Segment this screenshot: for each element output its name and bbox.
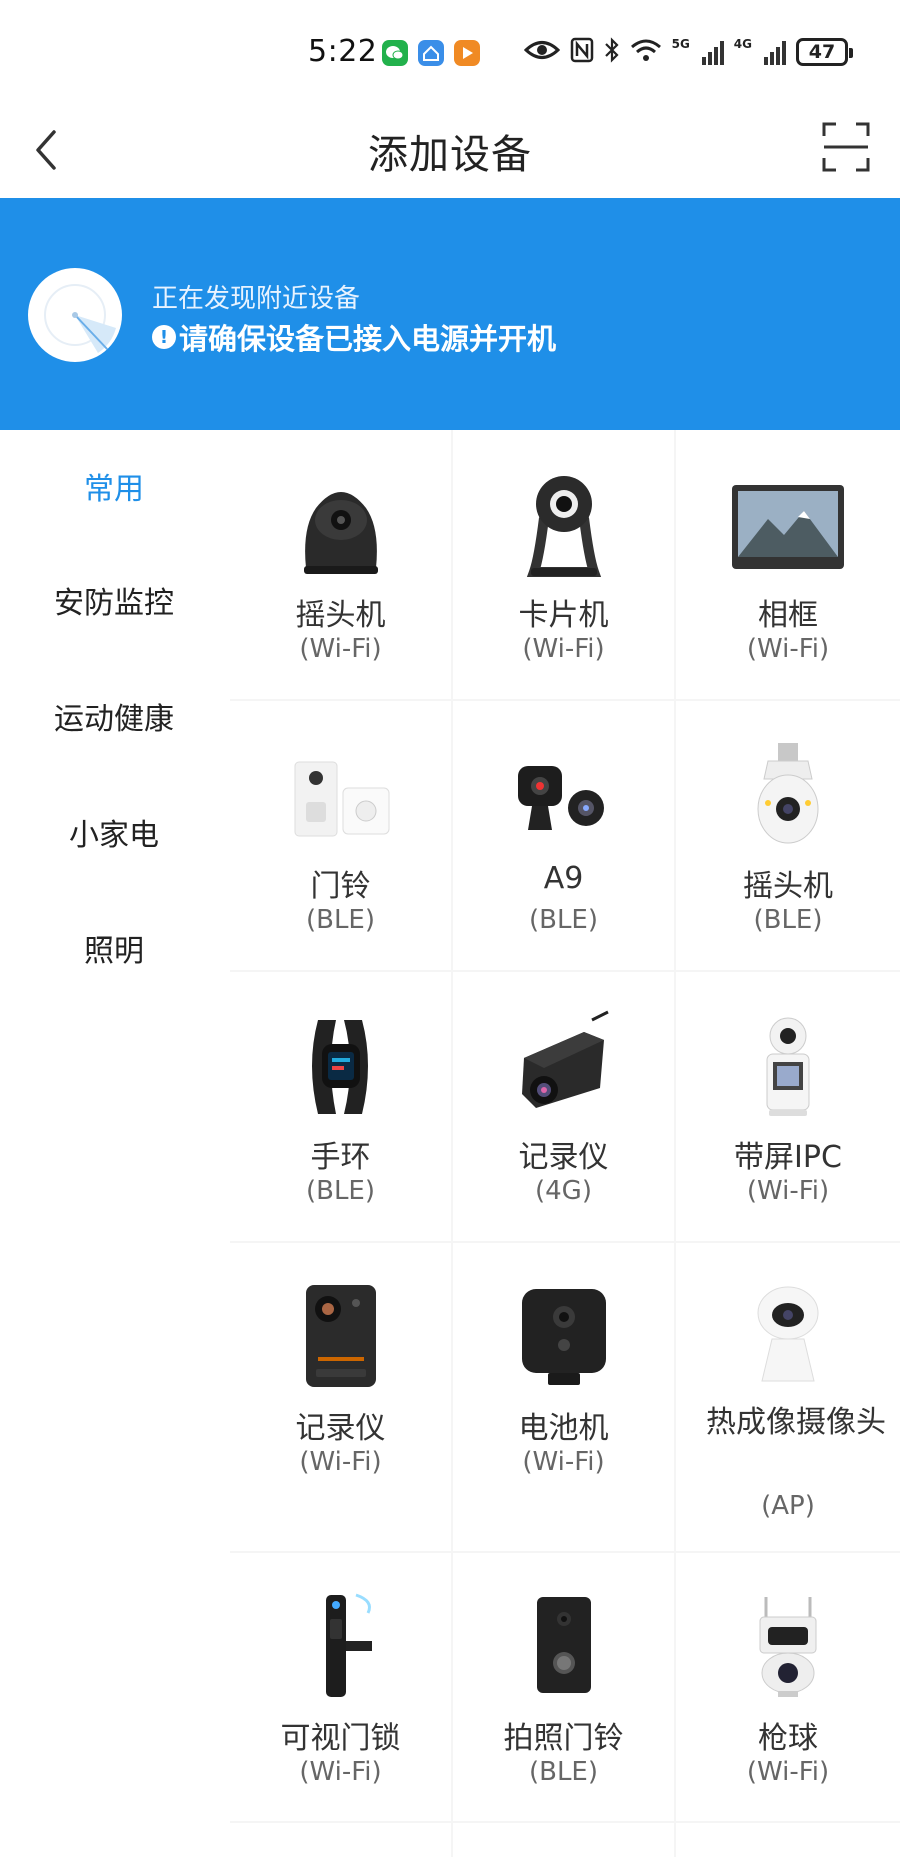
device-protocol: (Wi-Fi)	[299, 634, 382, 664]
device-name: 带屏IPC	[734, 1140, 842, 1175]
device-name: 记录仪	[518, 1140, 609, 1175]
device-protocol: (AP)	[761, 1491, 815, 1521]
discovery-status-text: 正在发现附近设备	[152, 284, 361, 314]
device-protocol: (Wi-Fi)	[746, 1176, 830, 1206]
device-name: 记录仪	[295, 1411, 386, 1446]
device-protocol: (4G)	[535, 1176, 592, 1206]
device-card[interactable]: 拍照门铃 (BLE)	[453, 1553, 674, 1821]
device-name: 门铃	[310, 869, 371, 904]
device-name: 拍照门铃	[503, 1721, 624, 1756]
status-bar: 5:22 5G 4G 47	[0, 0, 900, 100]
device-card[interactable]: 热成像摄像头 (AP)	[676, 1243, 900, 1551]
sidebar-item-security[interactable]: 安防监控	[0, 578, 228, 622]
device-card[interactable]	[230, 1823, 451, 1857]
device-protocol: (Wi-Fi)	[299, 1447, 382, 1477]
radar-scan-icon	[28, 268, 122, 362]
device-card[interactable]: 记录仪 (4G)	[453, 972, 674, 1241]
photo-frame-icon	[723, 464, 853, 582]
device-name: 摇头机	[743, 869, 833, 904]
discovery-banner: 正在发现附近设备 ! 请确保设备已接入电源并开机	[0, 198, 900, 430]
device-card[interactable]: 带屏IPC (Wi-Fi)	[676, 972, 900, 1241]
ptz-camera-icon	[276, 464, 406, 582]
device-card[interactable]: 记录仪 (Wi-Fi)	[230, 1243, 451, 1551]
wechat-icon	[382, 40, 408, 66]
photo-doorbell-icon	[499, 1587, 629, 1705]
network-4g-label: 4G	[733, 37, 752, 51]
signal-4g-icon	[764, 39, 786, 65]
video-door-lock-icon	[276, 1587, 406, 1705]
device-card[interactable]: 摇头机 (BLE)	[676, 701, 900, 970]
device-card[interactable]: 相框 (Wi-Fi)	[676, 430, 900, 699]
signal-5g-icon	[701, 39, 724, 65]
body-camera-icon	[276, 1277, 406, 1395]
doorbell-icon	[276, 735, 406, 853]
status-time: 5:22	[308, 34, 378, 69]
device-card[interactable]	[676, 1823, 900, 1857]
screen-ipc-icon	[723, 1006, 853, 1124]
dashcam-icon	[499, 1006, 629, 1124]
eye-icon	[523, 37, 560, 67]
device-card[interactable]: 可视门锁 (Wi-Fi)	[230, 1553, 451, 1821]
card-camera-icon	[499, 464, 629, 582]
device-protocol: (Wi-Fi)	[522, 1447, 605, 1477]
device-protocol: (Wi-Fi)	[746, 634, 830, 664]
device-name: 枪球	[758, 1721, 818, 1756]
top-app-bar: 添加设备	[0, 100, 900, 198]
device-name: 热成像摄像头	[706, 1405, 886, 1440]
device-card[interactable]	[453, 1823, 674, 1857]
bulb-camera-icon	[723, 735, 853, 853]
device-card[interactable]: 卡片机 (Wi-Fi)	[453, 430, 674, 699]
discovery-hint: ! 请确保设备已接入电源并开机	[152, 316, 556, 358]
device-protocol: (BLE)	[528, 905, 599, 935]
network-5g-label: 5G	[671, 37, 690, 51]
device-card[interactable]: 门铃 (BLE)	[230, 701, 451, 970]
device-name: 摇头机	[295, 598, 386, 633]
video-app-icon	[454, 40, 480, 66]
device-card[interactable]: 摇头机 (Wi-Fi)	[230, 430, 451, 699]
device-name: A9	[543, 861, 584, 896]
warning-icon: !	[152, 325, 176, 349]
device-card[interactable]: A9 (BLE)	[453, 701, 674, 970]
bluetooth-icon	[604, 36, 620, 68]
device-name: 手环	[310, 1140, 371, 1175]
mini-camera-icon	[499, 735, 629, 853]
thermal-camera-icon	[723, 1277, 853, 1395]
bullet-dome-camera-icon	[723, 1587, 853, 1705]
scan-qr-button[interactable]	[822, 122, 870, 172]
nfc-icon	[570, 37, 594, 67]
device-card[interactable]: 枪球 (Wi-Fi)	[676, 1553, 900, 1821]
sidebar-item-appliances[interactable]: 小家电	[0, 810, 228, 854]
device-name: 电池机	[518, 1411, 609, 1446]
wifi-icon	[630, 37, 662, 67]
sidebar-item-common[interactable]: 常用	[0, 464, 228, 508]
device-protocol: (Wi-Fi)	[299, 1757, 382, 1787]
battery-icon: 47	[796, 38, 853, 66]
device-name: 相框	[758, 598, 818, 633]
device-protocol: (BLE)	[528, 1757, 599, 1787]
device-grid: 摇头机 (Wi-Fi) 卡片机 (Wi-Fi) 相框 (Wi-Fi) 门铃 (B…	[230, 430, 900, 1857]
device-card[interactable]: 电池机 (Wi-Fi)	[453, 1243, 674, 1551]
device-protocol: (BLE)	[753, 905, 823, 935]
device-card[interactable]: 手环 (BLE)	[230, 972, 451, 1241]
sidebar-item-lighting[interactable]: 照明	[0, 926, 228, 970]
battery-camera-icon	[499, 1277, 629, 1395]
device-name: 卡片机	[518, 598, 609, 633]
device-protocol: (BLE)	[305, 1176, 376, 1206]
home-app-icon	[418, 40, 444, 66]
sidebar-item-fitness[interactable]: 运动健康	[0, 694, 228, 738]
discovery-hint-text: 请确保设备已接入电源并开机	[179, 322, 557, 356]
device-protocol: (Wi-Fi)	[746, 1757, 830, 1787]
category-sidebar: 常用 安防监控 运动健康 小家电 照明	[0, 430, 228, 1857]
device-protocol: (BLE)	[305, 905, 376, 935]
device-protocol: (Wi-Fi)	[522, 634, 605, 664]
fitness-band-icon	[276, 1006, 406, 1124]
page-title: 添加设备	[368, 132, 532, 178]
status-indicators: 5G 4G 47	[523, 36, 853, 68]
device-name: 可视门锁	[280, 1721, 401, 1756]
